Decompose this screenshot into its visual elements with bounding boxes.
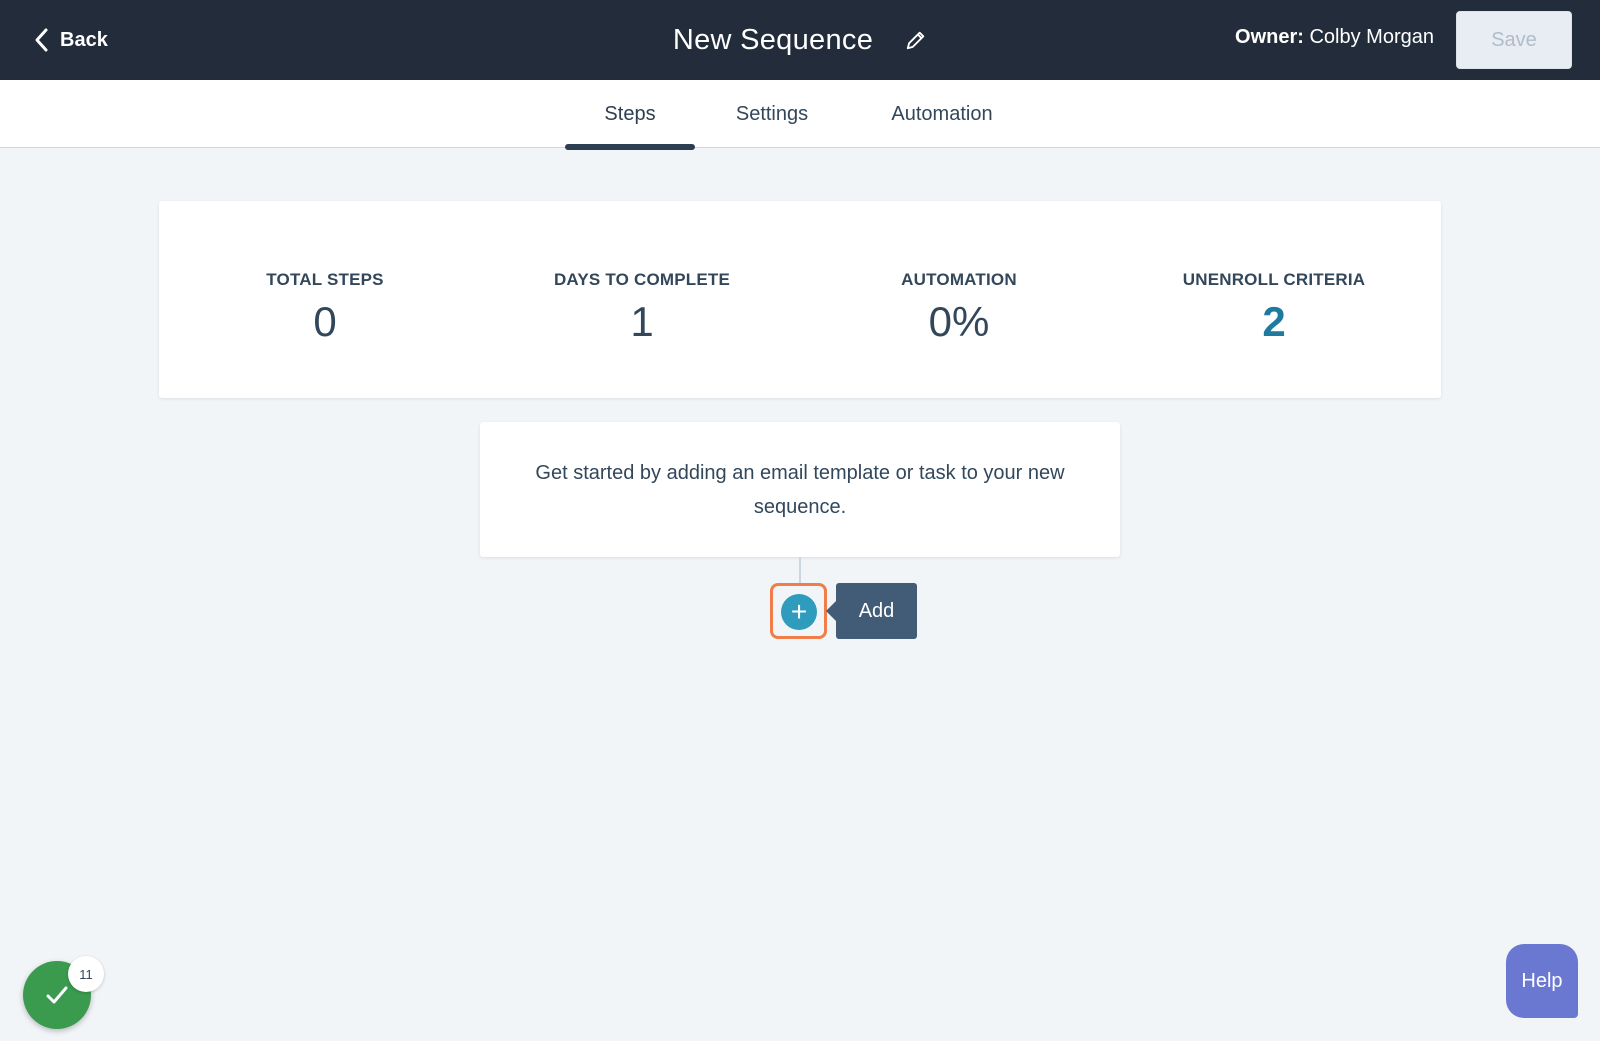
stat-label: UNENROLL CRITERIA bbox=[1182, 270, 1366, 289]
stat-label: AUTOMATION bbox=[901, 270, 1017, 289]
empty-state-message: Get started by adding an email template … bbox=[535, 461, 1065, 518]
tab-automation[interactable]: Automation bbox=[872, 80, 1012, 148]
unenroll-criteria-link[interactable]: 2 bbox=[1114, 298, 1434, 346]
checkmark-icon bbox=[46, 986, 68, 1004]
tab-settings[interactable]: Settings bbox=[718, 80, 826, 148]
stat-value: 0 bbox=[313, 298, 337, 345]
tab-steps[interactable]: Steps bbox=[565, 80, 695, 150]
stat-days-to-complete: DAYS TO COMPLETE 1 bbox=[482, 270, 802, 346]
stat-total-steps: TOTAL STEPS 0 bbox=[165, 270, 485, 346]
pencil-icon[interactable] bbox=[905, 29, 927, 51]
owner-label: Owner: bbox=[1235, 26, 1304, 48]
add-step-button[interactable]: + bbox=[781, 594, 817, 630]
stat-label: DAYS TO COMPLETE bbox=[553, 270, 731, 289]
stat-unenroll-criteria[interactable]: UNENROLL CRITERIA 2 bbox=[1114, 270, 1434, 346]
empty-state-card: Get started by adding an email template … bbox=[480, 422, 1120, 557]
help-button[interactable]: Help bbox=[1506, 944, 1578, 1018]
stats-card: TOTAL STEPS 0 DAYS TO COMPLETE 1 AUTOMAT… bbox=[159, 201, 1441, 398]
stat-automation: AUTOMATION 0% bbox=[799, 270, 1119, 346]
sequence-title[interactable]: New Sequence bbox=[673, 24, 873, 57]
back-label: Back bbox=[60, 28, 108, 51]
back-button[interactable]: Back bbox=[32, 22, 108, 58]
tab-bar: Steps Settings Automation bbox=[0, 80, 1600, 150]
save-button[interactable]: Save bbox=[1456, 11, 1572, 69]
chevron-left-icon bbox=[35, 28, 48, 52]
top-header: Back New Sequence Owner: Colby Morgan Sa… bbox=[0, 0, 1600, 80]
step-connector-line bbox=[799, 557, 801, 585]
stat-label: TOTAL STEPS bbox=[266, 270, 384, 289]
owner-name: Colby Morgan bbox=[1309, 26, 1434, 48]
owner-info[interactable]: Owner: Colby Morgan bbox=[1235, 26, 1434, 49]
stat-value: 0% bbox=[928, 298, 990, 345]
add-tooltip: Add bbox=[826, 583, 917, 639]
checklist-count-badge: 11 bbox=[68, 956, 104, 992]
stat-value: 1 bbox=[630, 298, 654, 345]
